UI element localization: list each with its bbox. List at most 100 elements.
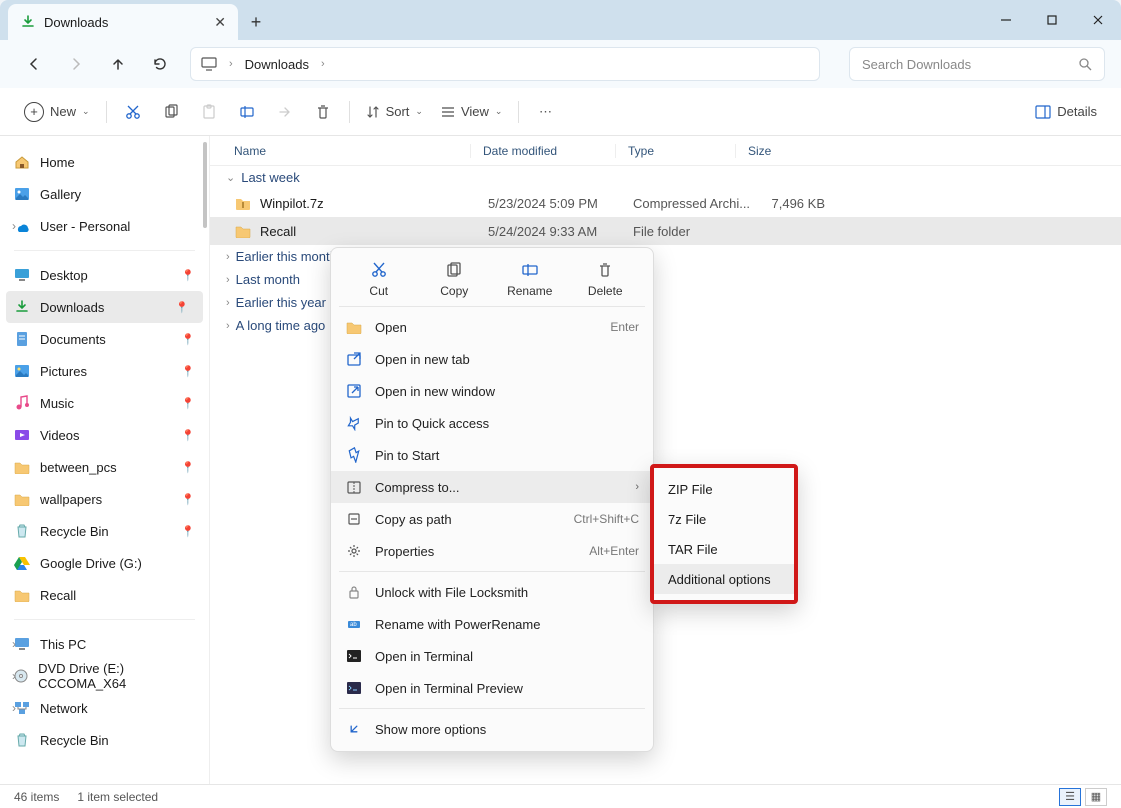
maximize-button[interactable] bbox=[1029, 0, 1075, 40]
folder-icon bbox=[14, 491, 30, 507]
search-icon bbox=[1078, 57, 1092, 71]
sidebar-item-recall[interactable]: Recall bbox=[0, 579, 209, 611]
breadcrumb-downloads[interactable]: Downloads bbox=[245, 57, 309, 72]
sidebar-item-this-pc[interactable]: This PC bbox=[0, 628, 209, 660]
share-button[interactable] bbox=[267, 96, 303, 128]
folder-icon bbox=[345, 318, 363, 336]
sidebar-item-google-drive-g-[interactable]: Google Drive (G:) bbox=[0, 547, 209, 579]
tab-title: Downloads bbox=[44, 15, 108, 30]
forward-button[interactable] bbox=[58, 46, 94, 82]
context-item-compress-to-[interactable]: Compress to...› bbox=[331, 471, 653, 503]
group-header[interactable]: ⌄Last week bbox=[210, 166, 1121, 189]
sidebar-item-pictures[interactable]: Pictures📍 bbox=[0, 355, 209, 387]
column-date[interactable]: Date modified bbox=[470, 144, 615, 158]
context-delete-button[interactable]: Delete bbox=[577, 260, 633, 298]
sidebar-item-label: Downloads bbox=[40, 300, 104, 315]
sidebar-item-gallery[interactable]: Gallery bbox=[0, 178, 209, 210]
context-item-unlock-with-file-locksmith[interactable]: Unlock with File Locksmith bbox=[331, 576, 653, 608]
tab-downloads[interactable]: Downloads ✕ bbox=[8, 4, 238, 40]
up-button[interactable] bbox=[100, 46, 136, 82]
details-pane-button[interactable]: Details bbox=[1027, 96, 1105, 128]
pin-icon: 📍 bbox=[181, 429, 195, 442]
context-item-open-in-new-window[interactable]: Open in new window bbox=[331, 375, 653, 407]
thumbnails-view-toggle[interactable]: ▦ bbox=[1085, 788, 1107, 806]
context-item-label: Properties bbox=[375, 544, 434, 559]
sort-button[interactable]: Sort ⌄ bbox=[358, 96, 431, 128]
context-item-open-in-terminal[interactable]: Open in Terminal bbox=[331, 640, 653, 672]
pictures-icon bbox=[14, 363, 30, 379]
sidebar-item-documents[interactable]: Documents📍 bbox=[0, 323, 209, 355]
sidebar-item-home[interactable]: Home bbox=[0, 146, 209, 178]
submenu-item-additional-options[interactable]: Additional options bbox=[654, 564, 794, 594]
context-action-label: Rename bbox=[507, 284, 552, 298]
context-item-properties[interactable]: PropertiesAlt+Enter bbox=[331, 535, 653, 567]
column-type[interactable]: Type bbox=[615, 144, 735, 158]
copy-button[interactable] bbox=[153, 96, 189, 128]
sidebar-item-recycle-bin[interactable]: Recycle Bin📍 bbox=[0, 515, 209, 547]
context-item-label: Open bbox=[375, 320, 407, 335]
minimize-button[interactable] bbox=[983, 0, 1029, 40]
newtab-icon bbox=[345, 350, 363, 368]
paste-button[interactable] bbox=[191, 96, 227, 128]
sidebar-item-label: Home bbox=[40, 155, 75, 170]
pin-icon: 📍 bbox=[181, 461, 195, 474]
sidebar-item-music[interactable]: Music📍 bbox=[0, 387, 209, 419]
title-bar: Downloads ✕ + bbox=[0, 0, 1121, 40]
context-item-open-in-new-tab[interactable]: Open in new tab bbox=[331, 343, 653, 375]
submenu-item-7z-file[interactable]: 7z File bbox=[654, 504, 794, 534]
sidebar-item-between-pcs[interactable]: between_pcs📍 bbox=[0, 451, 209, 483]
context-copy-button[interactable]: Copy bbox=[426, 260, 482, 298]
sidebar-item-recycle-bin[interactable]: Recycle Bin bbox=[0, 724, 209, 756]
close-button[interactable] bbox=[1075, 0, 1121, 40]
file-row[interactable]: Winpilot.7z5/23/2024 5:09 PMCompressed A… bbox=[210, 189, 1121, 217]
chevron-right-icon: › bbox=[229, 58, 233, 70]
column-name[interactable]: Name bbox=[210, 144, 470, 158]
details-view-toggle[interactable]: ☰ bbox=[1059, 788, 1081, 806]
network-icon bbox=[14, 700, 30, 716]
cut-button[interactable] bbox=[115, 96, 151, 128]
search-input[interactable] bbox=[862, 57, 1078, 72]
context-item-rename-with-powerrename[interactable]: abRename with PowerRename bbox=[331, 608, 653, 640]
submenu-item-label: TAR File bbox=[668, 542, 718, 557]
sidebar-item-downloads[interactable]: Downloads📍 bbox=[6, 291, 203, 323]
context-item-open[interactable]: OpenEnter bbox=[331, 311, 653, 343]
file-row[interactable]: Recall5/24/2024 9:33 AMFile folder bbox=[210, 217, 1121, 245]
column-size[interactable]: Size bbox=[735, 144, 815, 158]
more-button[interactable]: ⋯ bbox=[527, 96, 563, 128]
command-bar: + New ⌄ Sort ⌄ View ⌄ ⋯ Details bbox=[0, 88, 1121, 136]
delete-button[interactable] bbox=[305, 96, 341, 128]
address-bar[interactable]: › Downloads › bbox=[190, 47, 820, 81]
back-button[interactable] bbox=[16, 46, 52, 82]
context-action-label: Delete bbox=[588, 284, 623, 298]
sidebar-item-user-personal[interactable]: User - Personal bbox=[0, 210, 209, 242]
rename-button[interactable] bbox=[229, 96, 265, 128]
refresh-button[interactable] bbox=[142, 46, 178, 82]
new-button[interactable]: + New ⌄ bbox=[16, 96, 98, 128]
folder-icon bbox=[14, 587, 30, 603]
submenu-item-zip-file[interactable]: ZIP File bbox=[654, 474, 794, 504]
sidebar-item-dvd-drive-e-cccoma-x64[interactable]: DVD Drive (E:) CCCOMA_X64 bbox=[0, 660, 209, 692]
compress-submenu: ZIP File 7z File TAR File Additional option… bbox=[650, 464, 798, 604]
context-item-pin-to-quick-access[interactable]: Pin to Quick access bbox=[331, 407, 653, 439]
submenu-item-label: 7z File bbox=[668, 512, 706, 527]
sort-label: Sort bbox=[386, 104, 410, 119]
chevron-right-icon: › bbox=[226, 320, 230, 332]
search-box[interactable] bbox=[849, 47, 1105, 81]
sidebar-item-desktop[interactable]: Desktop📍 bbox=[0, 259, 209, 291]
details-label: Details bbox=[1057, 104, 1097, 119]
sidebar-item-wallpapers[interactable]: wallpapers📍 bbox=[0, 483, 209, 515]
new-tab-button[interactable]: + bbox=[238, 4, 274, 40]
context-cut-button[interactable]: Cut bbox=[351, 260, 407, 298]
sidebar-item-network[interactable]: Network bbox=[0, 692, 209, 724]
context-item-copy-as-path[interactable]: Copy as pathCtrl+Shift+C bbox=[331, 503, 653, 535]
sidebar-item-videos[interactable]: Videos📍 bbox=[0, 419, 209, 451]
view-button[interactable]: View ⌄ bbox=[433, 96, 511, 128]
context-show-more[interactable]: Show more options bbox=[331, 713, 653, 745]
recycle-icon bbox=[14, 732, 30, 748]
context-item-pin-to-start[interactable]: Pin to Start bbox=[331, 439, 653, 471]
submenu-item-tar-file[interactable]: TAR File bbox=[654, 534, 794, 564]
context-item-open-in-terminal-preview[interactable]: Open in Terminal Preview bbox=[331, 672, 653, 704]
tab-close-button[interactable]: ✕ bbox=[214, 14, 226, 31]
context-rename-button[interactable]: Rename bbox=[502, 260, 558, 298]
separator bbox=[14, 619, 195, 620]
